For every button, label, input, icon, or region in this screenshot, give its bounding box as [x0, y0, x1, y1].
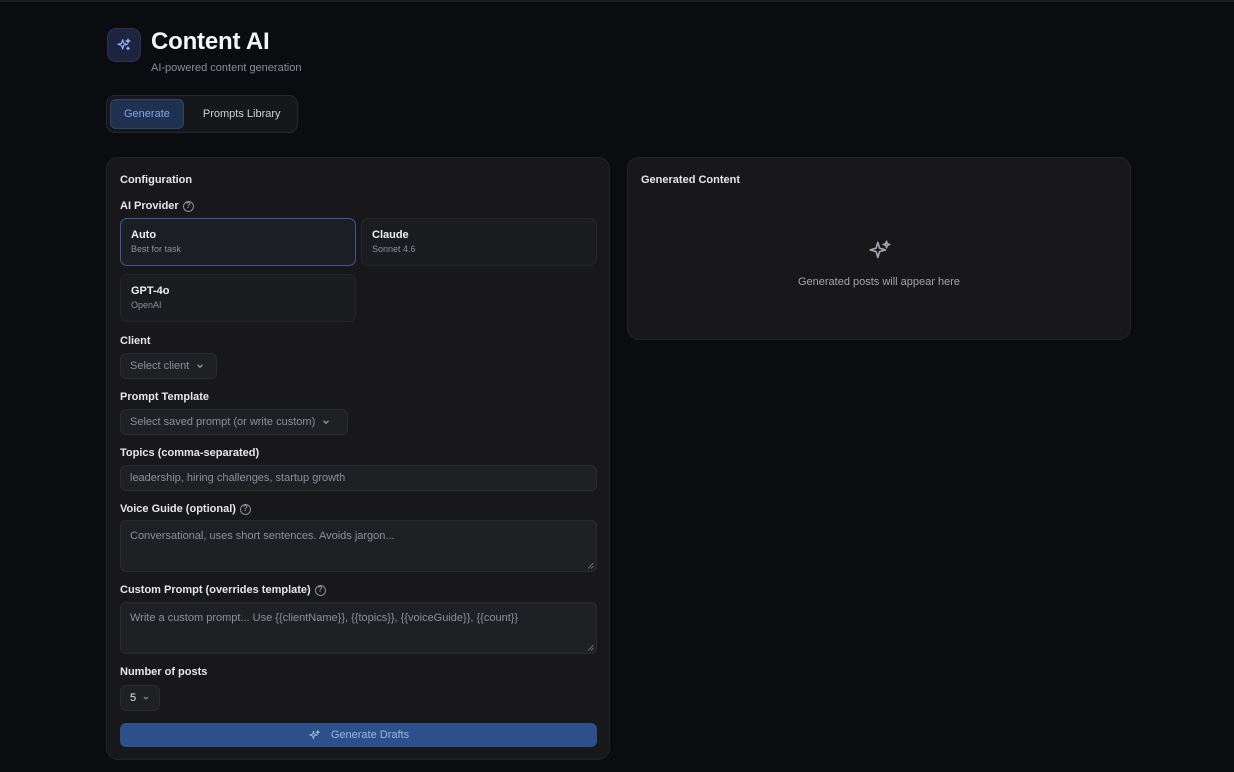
configuration-panel: Configuration AI Provider ? Auto Best fo… [106, 157, 610, 760]
post-count-label: Number of posts [120, 666, 207, 678]
provider-name: Auto [131, 229, 157, 241]
resize-handle-icon[interactable] [587, 562, 594, 569]
prompt-template-label-text: Prompt Template [120, 391, 210, 403]
help-icon[interactable]: ? [314, 584, 326, 596]
provider-description: Best for task [131, 244, 182, 254]
tab-generate[interactable]: Generate [110, 99, 184, 129]
app-logo [107, 28, 141, 62]
empty-state-text: Generated posts will appear here [797, 276, 961, 288]
provider-option-claude[interactable]: Claude Sonnet 4.6 [361, 218, 597, 266]
custom-prompt-label: Custom Prompt (overrides template) ? [120, 584, 326, 596]
provider-option-auto[interactable]: Auto Best for task [120, 218, 356, 266]
voice-guide-textarea[interactable]: Conversational, uses short sentences. Av… [120, 520, 597, 572]
voice-guide-label: Voice Guide (optional) ? [120, 503, 251, 515]
client-label: Client [120, 335, 151, 347]
custom-prompt-placeholder: Write a custom prompt... Use {{clientNam… [130, 612, 519, 624]
post-count-select[interactable]: 5 [120, 685, 160, 711]
sparkles-icon [869, 240, 891, 259]
provider-name: Claude [372, 229, 409, 241]
topics-label: Topics (comma-separated) [120, 447, 259, 459]
ai-provider-label-text: AI Provider [120, 200, 179, 212]
prompt-template-label: Prompt Template [120, 391, 209, 403]
help-icon[interactable]: ? [182, 200, 194, 212]
chevron-down-icon [323, 420, 330, 425]
generate-drafts-button[interactable]: Generate Drafts [120, 723, 597, 747]
custom-prompt-textarea[interactable]: Write a custom prompt... Use {{clientNam… [120, 602, 597, 654]
tab-bar: Generate Prompts Library [106, 95, 298, 133]
prompt-template-select-value: Select saved prompt (or write custom) [130, 416, 316, 428]
sparkles-icon [117, 38, 131, 51]
provider-option-gpt-4o[interactable]: GPT-4o OpenAI [120, 274, 356, 322]
voice-guide-label-text: Voice Guide (optional) [120, 503, 236, 515]
generated-content-panel: Generated Content Generated posts will a… [627, 157, 1131, 340]
post-count-label-text: Number of posts [120, 666, 208, 678]
chevron-down-icon [143, 696, 149, 700]
app-subtitle: AI-powered content generation [151, 62, 302, 74]
provider-name: GPT-4o [131, 285, 170, 297]
generated-content-title: Generated Content [641, 174, 741, 186]
generate-drafts-label: Generate Drafts [330, 729, 410, 741]
client-label-text: Client [120, 335, 151, 347]
chevron-down-icon [197, 364, 204, 369]
configuration-title: Configuration [120, 174, 193, 186]
app-title: Content AI [151, 28, 270, 55]
topics-label-text: Topics (comma-separated) [120, 447, 260, 459]
ai-provider-label: AI Provider ? [120, 200, 194, 212]
voice-guide-placeholder: Conversational, uses short sentences. Av… [130, 530, 395, 542]
provider-description: OpenAI [131, 300, 162, 310]
client-select-value: Select client [130, 360, 190, 372]
provider-description: Sonnet 4.6 [372, 244, 416, 254]
topics-input-placeholder: leadership, hiring challenges, startup g… [130, 472, 346, 484]
resize-handle-icon[interactable] [587, 644, 594, 651]
top-border [0, 0, 1234, 2]
prompt-template-select[interactable]: Select saved prompt (or write custom) [120, 409, 348, 435]
client-select[interactable]: Select client [120, 353, 217, 379]
help-icon[interactable]: ? [239, 503, 251, 515]
tab-prompts-library[interactable]: Prompts Library [190, 99, 294, 129]
custom-prompt-label-text: Custom Prompt (overrides template) [120, 584, 311, 596]
post-count-value: 5 [130, 692, 137, 704]
topics-input[interactable]: leadership, hiring challenges, startup g… [120, 465, 597, 491]
sparkles-icon [308, 729, 320, 739]
